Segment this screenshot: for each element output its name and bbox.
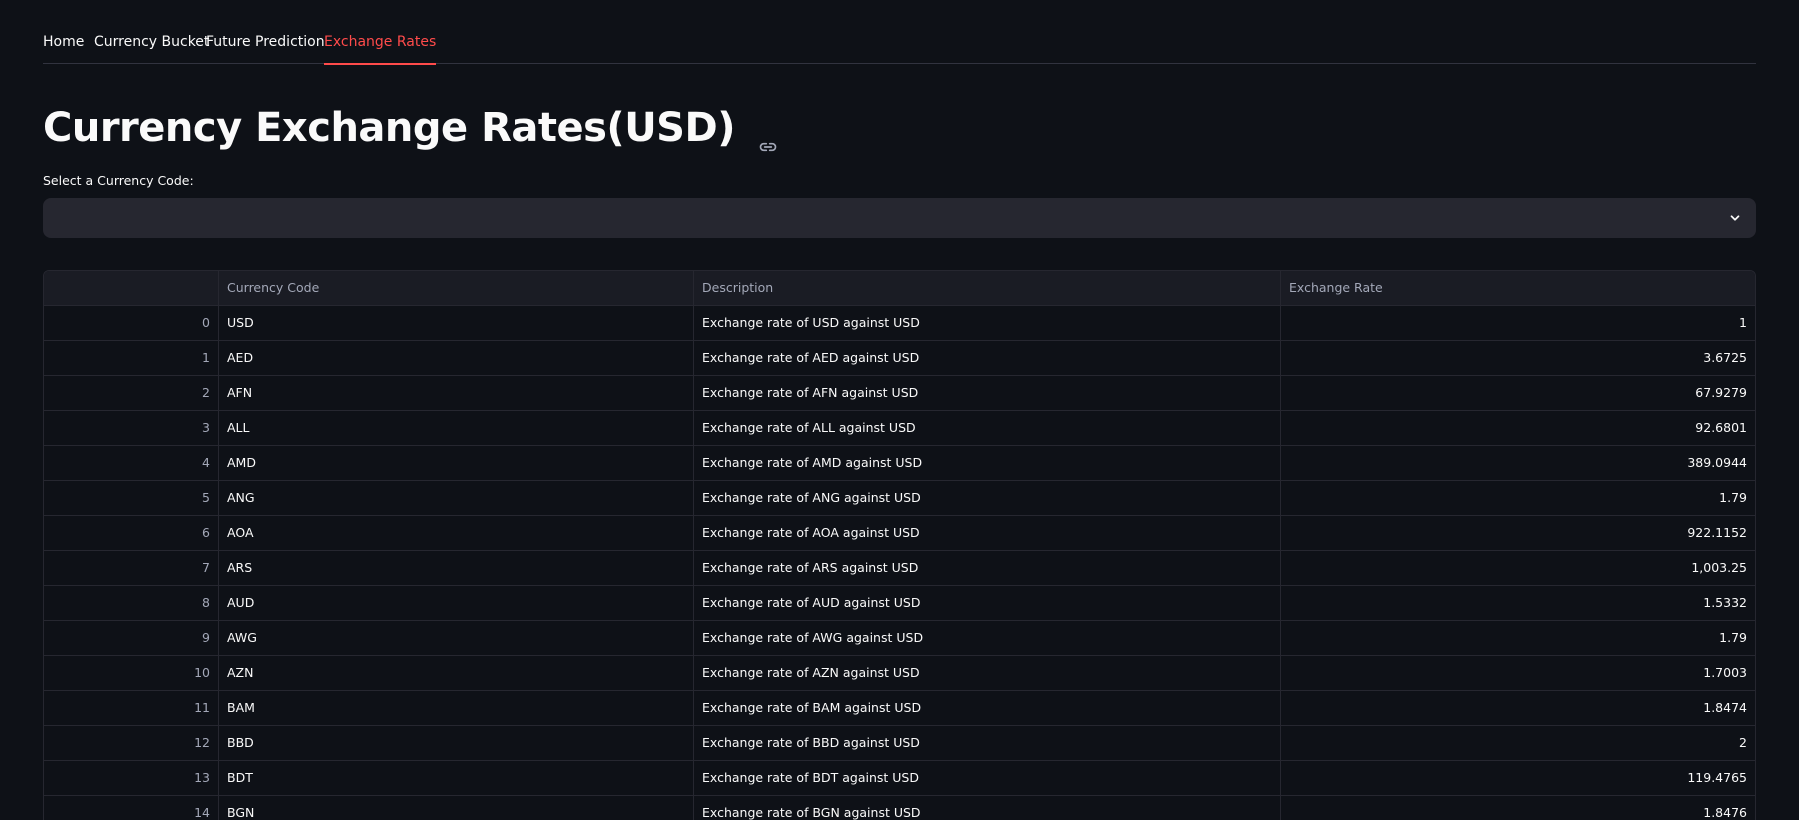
- link-icon[interactable]: [758, 116, 778, 152]
- exchange-rate-cell: 922.1152: [1687, 525, 1747, 540]
- table-body: 0 USD Exchange rate of USD against USD 1 1 AE…: [44, 306, 1755, 820]
- exchange-rate-cell: 389.0944: [1687, 455, 1747, 470]
- tab-bar: Home Currency Bucket Future Prediction E…: [43, 0, 1756, 65]
- currency-code-cell: AWG: [219, 621, 694, 655]
- description-cell: Exchange rate of AOA against USD: [694, 516, 1281, 550]
- page-title: Currency Exchange Rates(USD): [43, 105, 735, 151]
- description-cell: Exchange rate of USD against USD: [694, 306, 1281, 340]
- currency-code-cell: AMD: [219, 446, 694, 480]
- exchange-rate-cell: 3.6725: [1703, 350, 1747, 365]
- table-row[interactable]: 6 AOA Exchange rate of AOA against USD 922.…: [44, 516, 1755, 551]
- table-row[interactable]: 10 AZN Exchange rate of AZN against USD 1.7…: [44, 656, 1755, 691]
- description-cell: Exchange rate of ALL against USD: [694, 411, 1281, 445]
- currency-code-select[interactable]: [43, 198, 1756, 238]
- exchange-rate-cell: 1,003.25: [1691, 560, 1747, 575]
- column-header-description[interactable]: Description: [694, 271, 1281, 305]
- currency-code-cell: BGN: [219, 796, 694, 820]
- currency-code-cell: ANG: [219, 481, 694, 515]
- exchange-rate-cell: 92.6801: [1695, 420, 1747, 435]
- currency-code-cell: USD: [219, 306, 694, 340]
- table-row[interactable]: 9 AWG Exchange rate of AWG against USD 1.79: [44, 621, 1755, 656]
- table-row[interactable]: 3 ALL Exchange rate of ALL against USD 92.6…: [44, 411, 1755, 446]
- exchange-rate-cell: 1.79: [1719, 490, 1747, 505]
- currency-code-cell: BBD: [219, 726, 694, 760]
- tab-exchange-rates[interactable]: Exchange Rates: [324, 32, 437, 65]
- tab-home[interactable]: Home: [43, 32, 84, 52]
- description-cell: Exchange rate of AUD against USD: [694, 586, 1281, 620]
- chevron-down-icon[interactable]: [1728, 211, 1742, 225]
- currency-code-cell: AOA: [219, 516, 694, 550]
- column-header-currency-code[interactable]: Currency Code: [219, 271, 694, 305]
- description-cell: Exchange rate of AZN against USD: [694, 656, 1281, 690]
- row-index-cell: 5: [44, 481, 219, 515]
- exchange-rate-cell: 119.4765: [1687, 770, 1747, 785]
- table-row[interactable]: 8 AUD Exchange rate of AUD against USD 1.53…: [44, 586, 1755, 621]
- exchange-rates-table: Currency Code Description Exchange Rate …: [43, 270, 1756, 820]
- description-cell: Exchange rate of AFN against USD: [694, 376, 1281, 410]
- currency-code-cell: AFN: [219, 376, 694, 410]
- row-index-cell: 0: [44, 306, 219, 340]
- select-label: Select a Currency Code:: [43, 173, 194, 188]
- row-index-cell: 1: [44, 341, 219, 375]
- exchange-rate-cell: 1.7003: [1703, 665, 1747, 680]
- table-row[interactable]: 14 BGN Exchange rate of BGN against USD 1.8…: [44, 796, 1755, 820]
- description-cell: Exchange rate of BAM against USD: [694, 691, 1281, 725]
- row-index-cell: 14: [44, 796, 219, 820]
- app-page: Home Currency Bucket Future Prediction E…: [0, 0, 1799, 820]
- description-cell: Exchange rate of AED against USD: [694, 341, 1281, 375]
- exchange-rate-cell: 1.8474: [1703, 700, 1747, 715]
- row-index-cell: 13: [44, 761, 219, 795]
- exchange-rate-cell: 1.79: [1719, 630, 1747, 645]
- description-cell: Exchange rate of BDT against USD: [694, 761, 1281, 795]
- table-row[interactable]: 11 BAM Exchange rate of BAM against USD 1.8…: [44, 691, 1755, 726]
- exchange-rate-cell: 1: [1739, 315, 1747, 330]
- exchange-rate-cell: 2: [1739, 735, 1747, 750]
- table-row[interactable]: 5 ANG Exchange rate of ANG against USD 1.79: [44, 481, 1755, 516]
- exchange-rate-cell: 1.8476: [1703, 805, 1747, 820]
- table-row[interactable]: 4 AMD Exchange rate of AMD against USD 389.…: [44, 446, 1755, 481]
- table-row[interactable]: 2 AFN Exchange rate of AFN against USD 67.9…: [44, 376, 1755, 411]
- row-index-cell: 2: [44, 376, 219, 410]
- tab-future-prediction[interactable]: Future Prediction: [206, 32, 325, 52]
- exchange-rate-cell: 67.9279: [1695, 385, 1747, 400]
- table-row[interactable]: 7 ARS Exchange rate of ARS against USD 1,00…: [44, 551, 1755, 586]
- currency-code-cell: BDT: [219, 761, 694, 795]
- exchange-rate-cell: 1.5332: [1703, 595, 1747, 610]
- table-row[interactable]: 13 BDT Exchange rate of BDT against USD 119…: [44, 761, 1755, 796]
- currency-code-cell: ARS: [219, 551, 694, 585]
- row-index-cell: 8: [44, 586, 219, 620]
- row-index-cell: 10: [44, 656, 219, 690]
- row-index-cell: 9: [44, 621, 219, 655]
- row-index-cell: 6: [44, 516, 219, 550]
- description-cell: Exchange rate of AWG against USD: [694, 621, 1281, 655]
- row-index-cell: 4: [44, 446, 219, 480]
- currency-code-cell: ALL: [219, 411, 694, 445]
- currency-code-cell: AZN: [219, 656, 694, 690]
- description-cell: Exchange rate of ARS against USD: [694, 551, 1281, 585]
- description-cell: Exchange rate of BGN against USD: [694, 796, 1281, 820]
- tab-currency-bucket[interactable]: Currency Bucket: [94, 32, 209, 52]
- row-index-cell: 7: [44, 551, 219, 585]
- description-cell: Exchange rate of AMD against USD: [694, 446, 1281, 480]
- currency-code-cell: BAM: [219, 691, 694, 725]
- table-row[interactable]: 1 AED Exchange rate of AED against USD 3.67…: [44, 341, 1755, 376]
- row-index-cell: 3: [44, 411, 219, 445]
- currency-code-cell: AUD: [219, 586, 694, 620]
- column-header-exchange-rate[interactable]: Exchange Rate: [1281, 271, 1755, 305]
- column-header-index[interactable]: [44, 271, 219, 305]
- table-row[interactable]: 0 USD Exchange rate of USD against USD 1: [44, 306, 1755, 341]
- row-index-cell: 12: [44, 726, 219, 760]
- description-cell: Exchange rate of ANG against USD: [694, 481, 1281, 515]
- currency-code-cell: AED: [219, 341, 694, 375]
- description-cell: Exchange rate of BBD against USD: [694, 726, 1281, 760]
- table-header-row: Currency Code Description Exchange Rate: [44, 271, 1755, 306]
- page-title-wrap: Currency Exchange Rates(USD): [43, 100, 778, 156]
- row-index-cell: 11: [44, 691, 219, 725]
- table-row[interactable]: 12 BBD Exchange rate of BBD against USD 2: [44, 726, 1755, 761]
